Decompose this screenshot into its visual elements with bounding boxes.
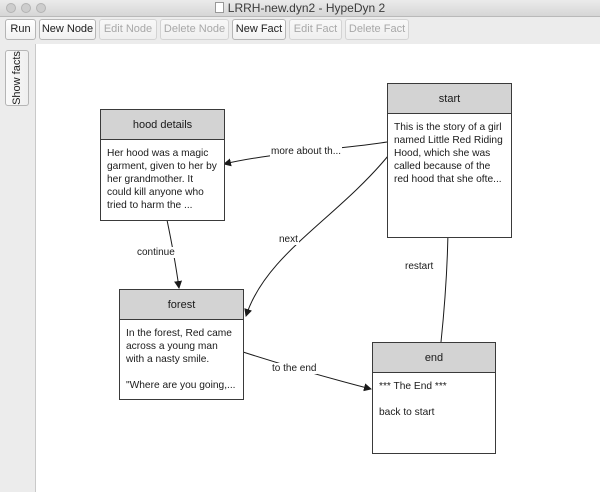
node-forest[interactable]: forest In the forest, Red came across a …	[119, 289, 244, 400]
edit-fact-button[interactable]: Edit Fact	[289, 19, 342, 40]
new-fact-button[interactable]: New Fact	[232, 19, 286, 40]
edge-label-more-about[interactable]: more about th...	[270, 146, 343, 157]
delete-node-button[interactable]: Delete Node	[160, 19, 229, 40]
node-title: forest	[120, 290, 243, 320]
document-icon	[214, 2, 224, 13]
show-facts-label: Show facts	[11, 51, 23, 105]
edge-label-continue[interactable]: continue	[136, 247, 176, 258]
edge-label-restart[interactable]: restart	[404, 261, 435, 272]
delete-fact-button[interactable]: Delete Fact	[345, 19, 409, 40]
edit-node-button[interactable]: Edit Node	[99, 19, 157, 40]
node-title: start	[388, 84, 511, 114]
node-graph-canvas[interactable]: more about th... continue next restart t…	[35, 44, 600, 492]
node-title: hood details	[101, 110, 224, 140]
window-title: LRRH-new.dyn2 - HypeDyn 2	[227, 1, 386, 15]
node-title: end	[373, 343, 495, 373]
window-title-wrap: LRRH-new.dyn2 - HypeDyn 2	[0, 1, 600, 15]
facts-sidebar: Show facts	[0, 44, 34, 492]
node-hood-details[interactable]: hood details Her hood was a magic garmen…	[100, 109, 225, 221]
window-titlebar: LRRH-new.dyn2 - HypeDyn 2	[0, 0, 600, 17]
edge-start-to-forest[interactable]	[244, 155, 389, 317]
edge-label-next[interactable]: next	[278, 234, 299, 245]
edge-label-to-the-end[interactable]: to the end	[271, 363, 318, 374]
node-text: In the forest, Red came across a young m…	[126, 328, 236, 391]
node-text: Her hood was a magic garment, given to h…	[107, 148, 217, 211]
node-start[interactable]: start This is the story of a girl named …	[387, 83, 512, 238]
toolbar: Run New Node Edit Node Delete Node New F…	[0, 17, 600, 43]
new-node-button[interactable]: New Node	[39, 19, 96, 40]
run-button[interactable]: Run	[5, 19, 36, 40]
node-text: This is the story of a girl named Little…	[394, 122, 503, 185]
node-end[interactable]: end *** The End *** back to start	[372, 342, 496, 454]
show-facts-tab[interactable]: Show facts	[5, 50, 29, 106]
node-text: *** The End *** back to start	[379, 381, 447, 418]
